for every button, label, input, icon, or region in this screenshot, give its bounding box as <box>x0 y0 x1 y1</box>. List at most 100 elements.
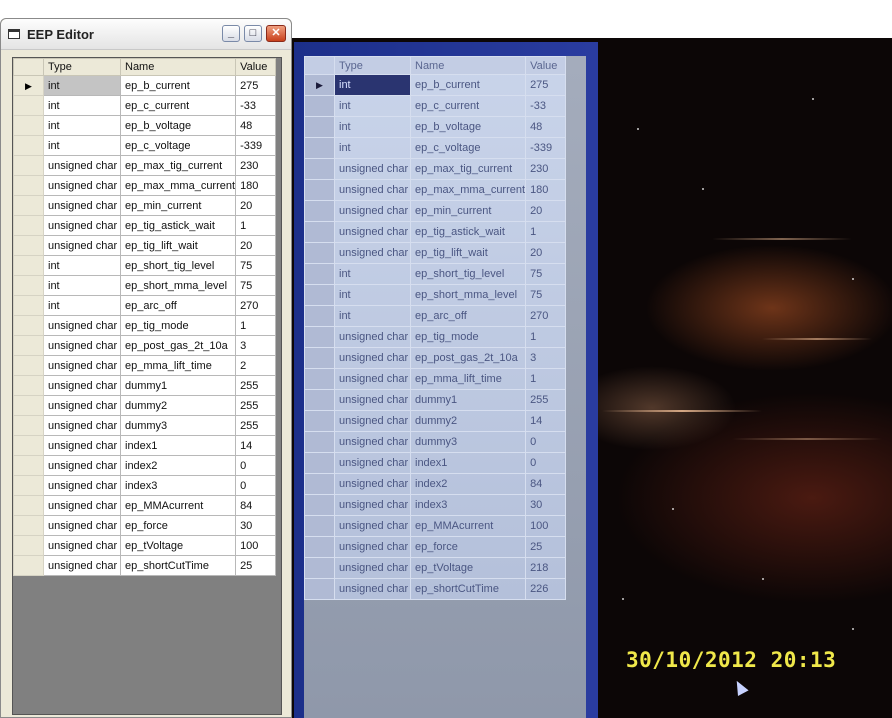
name-cell[interactable]: ep_b_current <box>119 75 237 96</box>
value-cell[interactable]: 100 <box>235 535 277 556</box>
row-selector[interactable] <box>13 535 44 556</box>
row-selector[interactable] <box>13 395 44 416</box>
type-cell[interactable]: int <box>43 135 121 156</box>
row-selector[interactable] <box>13 315 44 336</box>
type-cell[interactable]: unsigned char <box>43 215 121 236</box>
row-selector[interactable] <box>13 455 44 476</box>
table-row[interactable]: int ep_short_mma_level 75 <box>13 275 277 296</box>
name-cell[interactable]: ep_c_current <box>119 95 237 116</box>
name-cell[interactable]: index2 <box>119 455 237 476</box>
value-cell[interactable]: 3 <box>235 335 277 356</box>
column-header-value[interactable]: Value <box>235 58 277 76</box>
table-row[interactable]: unsigned char dummy3 255 <box>13 415 277 436</box>
value-cell[interactable]: 0 <box>235 475 277 496</box>
name-cell[interactable]: ep_tig_astick_wait <box>119 215 237 236</box>
row-selector[interactable] <box>13 95 44 116</box>
type-cell[interactable]: unsigned char <box>43 175 121 196</box>
table-row[interactable]: unsigned char ep_force 30 <box>13 515 277 536</box>
value-cell[interactable]: 84 <box>235 495 277 516</box>
type-cell[interactable]: unsigned char <box>43 395 121 416</box>
row-selector[interactable] <box>13 495 44 516</box>
type-cell[interactable]: unsigned char <box>43 475 121 496</box>
row-selector[interactable] <box>13 335 44 356</box>
table-row[interactable]: unsigned char ep_min_current 20 <box>13 195 277 216</box>
value-cell[interactable]: 75 <box>235 275 277 296</box>
table-row[interactable]: unsigned char ep_post_gas_2t_10a 3 <box>13 335 277 356</box>
table-row[interactable]: int ep_arc_off 270 <box>13 295 277 316</box>
value-cell[interactable]: 20 <box>235 195 277 216</box>
value-cell[interactable]: 14 <box>235 435 277 456</box>
type-cell[interactable]: unsigned char <box>43 235 121 256</box>
value-cell[interactable]: 270 <box>235 295 277 316</box>
table-row[interactable]: unsigned char index3 0 <box>13 475 277 496</box>
name-cell[interactable]: ep_short_tig_level <box>119 255 237 276</box>
table-row[interactable]: unsigned char dummy2 255 <box>13 395 277 416</box>
table-row[interactable]: unsigned char index2 0 <box>13 455 277 476</box>
value-cell[interactable]: 255 <box>235 395 277 416</box>
value-cell[interactable]: 275 <box>235 75 277 96</box>
type-cell[interactable]: unsigned char <box>43 555 121 576</box>
type-cell[interactable]: unsigned char <box>43 155 121 176</box>
row-selector[interactable]: ▶ <box>13 75 44 96</box>
close-button[interactable]: ✕ <box>266 25 286 42</box>
name-cell[interactable]: dummy2 <box>119 395 237 416</box>
name-cell[interactable]: ep_max_tig_current <box>119 155 237 176</box>
name-cell[interactable]: dummy1 <box>119 375 237 396</box>
table-row[interactable]: unsigned char ep_MMAcurrent 84 <box>13 495 277 516</box>
window-titlebar[interactable]: EEP Editor _ □ ✕ <box>1 19 291 50</box>
value-cell[interactable]: 180 <box>235 175 277 196</box>
value-cell[interactable]: -339 <box>235 135 277 156</box>
name-cell[interactable]: ep_tig_lift_wait <box>119 235 237 256</box>
row-selector[interactable] <box>13 555 44 576</box>
row-selector[interactable] <box>13 355 44 376</box>
row-selector[interactable] <box>13 135 44 156</box>
name-cell[interactable]: ep_c_voltage <box>119 135 237 156</box>
type-cell[interactable]: unsigned char <box>43 435 121 456</box>
name-cell[interactable]: ep_min_current <box>119 195 237 216</box>
type-cell[interactable]: int <box>43 115 121 136</box>
type-cell[interactable]: unsigned char <box>43 375 121 396</box>
minimize-button[interactable]: _ <box>222 25 240 42</box>
name-cell[interactable]: ep_tVoltage <box>119 535 237 556</box>
value-cell[interactable]: 2 <box>235 355 277 376</box>
table-row[interactable]: int ep_c_current -33 <box>13 95 277 116</box>
column-header-type[interactable]: Type <box>43 58 121 76</box>
type-cell[interactable]: unsigned char <box>43 415 121 436</box>
row-selector[interactable] <box>13 175 44 196</box>
type-cell[interactable]: unsigned char <box>43 195 121 216</box>
row-selector[interactable] <box>13 235 44 256</box>
row-selector[interactable] <box>13 215 44 236</box>
row-selector[interactable] <box>13 375 44 396</box>
row-selector[interactable] <box>13 115 44 136</box>
value-cell[interactable]: -33 <box>235 95 277 116</box>
name-cell[interactable]: ep_force <box>119 515 237 536</box>
table-row[interactable]: unsigned char index1 14 <box>13 435 277 456</box>
table-row[interactable]: int ep_short_tig_level 75 <box>13 255 277 276</box>
table-row[interactable]: int ep_c_voltage -339 <box>13 135 277 156</box>
type-cell[interactable]: unsigned char <box>43 495 121 516</box>
table-row[interactable]: unsigned char ep_max_mma_current 180 <box>13 175 277 196</box>
name-cell[interactable]: index1 <box>119 435 237 456</box>
table-row[interactable]: unsigned char dummy1 255 <box>13 375 277 396</box>
table-row[interactable]: unsigned char ep_tig_astick_wait 1 <box>13 215 277 236</box>
row-selector[interactable] <box>13 435 44 456</box>
name-cell[interactable]: ep_max_mma_current <box>119 175 237 196</box>
table-row[interactable]: unsigned char ep_shortCutTime 25 <box>13 555 277 576</box>
table-row[interactable]: unsigned char ep_tig_mode 1 <box>13 315 277 336</box>
row-selector[interactable] <box>13 515 44 536</box>
table-row[interactable]: unsigned char ep_max_tig_current 230 <box>13 155 277 176</box>
maximize-button[interactable]: □ <box>244 25 262 42</box>
row-selector[interactable] <box>13 155 44 176</box>
table-row[interactable]: int ep_b_voltage 48 <box>13 115 277 136</box>
data-grid-area[interactable]: Type Name Value ▶ int ep_b_current 275 int ep… <box>12 57 282 715</box>
name-cell[interactable]: ep_MMAcurrent <box>119 495 237 516</box>
name-cell[interactable]: dummy3 <box>119 415 237 436</box>
row-selector[interactable] <box>13 195 44 216</box>
row-selector[interactable] <box>13 475 44 496</box>
type-cell[interactable]: unsigned char <box>43 355 121 376</box>
value-cell[interactable]: 0 <box>235 455 277 476</box>
value-cell[interactable]: 30 <box>235 515 277 536</box>
value-cell[interactable]: 1 <box>235 215 277 236</box>
name-cell[interactable]: ep_arc_off <box>119 295 237 316</box>
type-cell[interactable]: int <box>43 275 121 296</box>
